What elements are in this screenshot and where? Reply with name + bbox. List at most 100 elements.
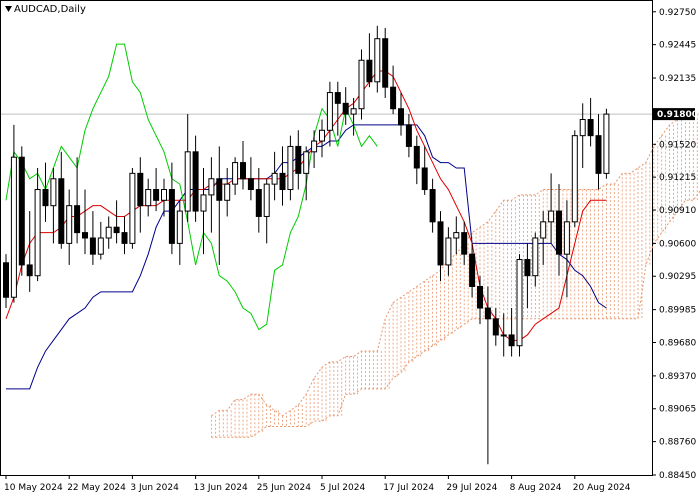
y-tick-label: 0.92135 [659,74,696,84]
y-tick-label: 0.89680 [659,338,696,348]
candle-body-bear [587,119,594,137]
candle-body-bull [145,189,152,207]
x-tick-label: 25 Jun 2024 [257,483,311,493]
candle-body-bull [176,210,183,244]
candle-body-bull [571,135,578,223]
candle-body-bull [287,145,294,191]
candle-body-bull [232,162,239,185]
ichimoku-chart: 0.92750 0.92445 0.92135 0.91520 0.91215 0.909… [0,0,700,493]
candle-body-bull [208,178,215,196]
candle-body-bear [390,86,397,110]
candle-body-bull [548,210,555,223]
candle-body-bear [168,189,175,244]
candle-body-bull [34,189,41,277]
candle-body-bear [382,38,389,88]
candle-body-bull [453,232,460,239]
candle-body-bear [437,221,444,266]
candle-body-bear [398,108,404,126]
x-tick-label: 13 Jun 2024 [194,483,248,493]
candle [129,167,136,249]
candle-body-bear [477,285,483,309]
candle-body-bear [405,124,412,147]
candle-body-bear [192,151,199,212]
candle-body-bear [42,189,49,207]
y-tick-label: 0.89370 [659,372,696,382]
price-axis: 0.92750 0.92445 0.92135 0.91520 0.91215 0.909… [652,8,698,481]
candle-body-bull [311,140,318,153]
candle-body-bear [508,334,515,347]
candle-body-bear [342,102,349,115]
candle-body-bear [366,59,373,83]
x-tick-label: 17 Jul 2024 [383,483,434,493]
triangle-down-icon[interactable] [5,6,12,12]
y-tick-label: 0.88760 [659,438,696,448]
candle [603,108,610,179]
candle-body-bear [255,189,262,217]
candle-body-bull [105,226,112,239]
candle-body-bull [50,178,57,207]
candle-body-bear [524,259,531,277]
y-tick-label: 0.90600 [659,239,696,249]
candle-body-bear [413,145,420,169]
candle-body-bear [58,178,65,244]
candle-body-bull [563,221,570,255]
candle-body-bull [579,119,586,137]
candle-body-bear [247,178,254,191]
candle-body-bull [350,108,357,115]
candle-body-bull [200,194,207,212]
candle-body-bear [26,264,33,277]
candle-body-bear [74,205,81,234]
x-tick-label: 20 Aug 2024 [573,483,631,493]
candle [571,130,578,228]
candle-body-bull [603,113,610,174]
x-tick-label: 8 Aug 2024 [510,483,562,493]
candle-body-bear [18,156,25,266]
candle-body-bull [516,259,523,347]
candle-body-bear [240,162,246,180]
y-tick-label: 0.91520 [659,140,696,150]
y-tick-label: 0.92445 [659,41,696,51]
y-tick-label: 0.89985 [659,306,696,316]
candle-body-bear [595,135,602,174]
y-tick-label: 0.90910 [659,206,696,216]
x-tick-label: 5 Jul 2024 [320,483,365,493]
candle-body-bear [461,232,468,255]
candle-body-bull [161,189,167,201]
candle-body-bull [129,172,136,244]
candle-body-bear [469,253,476,287]
candle-body-bull [184,151,191,212]
candle-body-bear [429,189,436,223]
x-tick-label: 3 Jun 2024 [130,483,179,493]
candle-body-bull [271,172,278,185]
candle-body-bear [492,318,499,336]
candle-body-bull [358,59,365,110]
candle [358,49,365,120]
candle-body-bull [224,183,231,201]
candle-body-bear [121,232,128,244]
x-tick-label: 22 May 2024 [67,483,126,493]
y-tick-label: 0.90295 [659,272,696,282]
candle [18,146,25,276]
candle-body-bull [319,129,325,142]
chart-window: 0.92750 0.92445 0.92135 0.91520 0.91215 0.909… [0,0,700,500]
chart-title-bar[interactable]: AUDCAD,Daily [5,4,86,15]
x-tick-label: 29 Jul 2024 [446,483,497,493]
candle-body-bear [279,172,286,191]
candle-body-bear [153,189,160,201]
candle-body-bull [10,156,17,298]
candle-body-bear [113,226,120,234]
candle-body-bull [66,205,73,244]
candle-body-bull [97,237,104,255]
candle-body-bull [532,237,539,277]
candle-body-bear [421,167,428,191]
y-tick-label: 0.92750 [659,8,696,18]
y-tick-label: 0.91215 [659,173,696,183]
candle-body-bull [263,183,270,217]
candle-body-bear [137,172,144,207]
chart-title: AUDCAD,Daily [14,4,86,15]
candle [382,27,389,98]
x-tick-label: 10 May 2024 [4,483,63,493]
candle-body-bear [216,178,223,201]
candle-body-bull [326,92,333,131]
candle [516,254,523,357]
